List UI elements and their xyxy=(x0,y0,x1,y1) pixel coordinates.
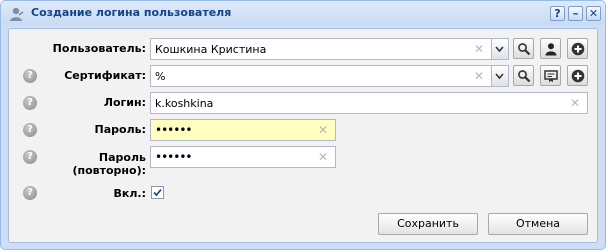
certificate-combo-input[interactable]: % ✕ xyxy=(150,65,492,87)
title-bar[interactable]: Создание логина пользователя ? – ✕ xyxy=(1,1,605,25)
person-icon xyxy=(545,43,557,56)
enabled-checkbox[interactable] xyxy=(151,186,164,199)
search-icon xyxy=(518,43,531,56)
certificate-add-button[interactable] xyxy=(567,65,588,86)
clear-icon[interactable]: ✕ xyxy=(473,42,485,56)
certificate-view-button[interactable] xyxy=(540,65,561,86)
cancel-button[interactable]: Отмена xyxy=(488,213,588,235)
search-icon xyxy=(518,70,531,83)
checkmark-icon xyxy=(153,188,162,197)
chevron-down-icon xyxy=(495,46,504,53)
password-repeat-label-line1: Пароль xyxy=(98,151,146,164)
certificate-dropdown-button[interactable] xyxy=(492,65,509,87)
chevron-down-icon xyxy=(495,73,504,80)
login-input[interactable]: k.koshkina ✕ xyxy=(150,92,588,114)
clear-icon[interactable]: ✕ xyxy=(569,96,581,110)
user-icon xyxy=(8,6,24,22)
clear-icon[interactable]: ✕ xyxy=(317,123,329,137)
password-value: •••••• xyxy=(155,123,192,137)
user-value: Кошкина Кристина xyxy=(155,43,267,56)
clear-icon[interactable]: ✕ xyxy=(473,69,485,83)
window-title: Создание логина пользователя xyxy=(31,6,232,19)
user-dropdown-button[interactable] xyxy=(492,38,509,60)
certificate-value: % xyxy=(155,70,166,83)
add-icon xyxy=(571,69,585,83)
password-repeat-input[interactable]: •••••• ✕ xyxy=(150,146,336,168)
user-search-button[interactable] xyxy=(513,38,534,59)
certificate-search-button[interactable] xyxy=(513,65,534,86)
password-repeat-value: •••••• xyxy=(155,150,192,164)
add-icon xyxy=(571,42,585,56)
help-button[interactable]: ? xyxy=(550,6,565,21)
login-value: k.koshkina xyxy=(155,97,214,110)
user-combo-input[interactable]: Кошкина Кристина ✕ xyxy=(150,38,492,60)
user-profile-button[interactable] xyxy=(540,38,561,59)
user-add-button[interactable] xyxy=(567,38,588,59)
create-login-window: Создание логина пользователя ? – ✕ Польз… xyxy=(0,0,606,250)
certificate-label: Сертификат: xyxy=(64,69,146,82)
login-label: Логин: xyxy=(103,96,146,109)
password-input[interactable]: •••••• ✕ xyxy=(150,119,336,141)
password-label: Пароль: xyxy=(94,123,146,136)
save-button[interactable]: Сохранить xyxy=(378,213,478,235)
minimize-button[interactable]: – xyxy=(568,6,583,21)
enabled-label: Вкл.: xyxy=(113,187,146,200)
user-label: Пользователь: xyxy=(52,42,146,55)
form-panel: Пользователь: Кошкина Кристина ✕ ? Серти… xyxy=(8,28,598,243)
close-button[interactable]: ✕ xyxy=(586,6,601,21)
password-repeat-label-line2: (повторно): xyxy=(72,164,146,177)
certificate-icon xyxy=(544,70,558,82)
clear-icon[interactable]: ✕ xyxy=(317,150,329,164)
